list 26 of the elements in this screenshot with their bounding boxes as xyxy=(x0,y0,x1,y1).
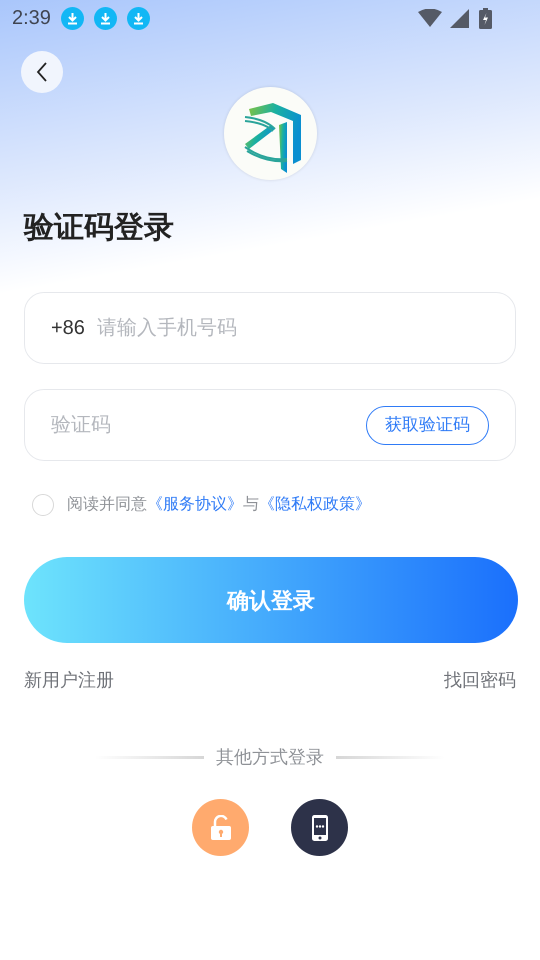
back-button[interactable] xyxy=(21,51,63,93)
register-link[interactable]: 新用户注册 xyxy=(24,667,114,694)
agreement-checkbox[interactable] xyxy=(32,494,54,516)
code-field[interactable]: 验证码 获取验证码 xyxy=(24,389,516,461)
phone-input[interactable]: 请输入手机号码 xyxy=(96,313,489,343)
agreement-text: 阅读并同意《服务协议》与《隐私权政策》 xyxy=(67,494,371,515)
battery-icon xyxy=(479,8,492,28)
recover-password-link[interactable]: 找回密码 xyxy=(444,667,516,694)
phone-field[interactable]: +86 请输入手机号码 xyxy=(24,292,516,364)
phone-icon xyxy=(312,814,328,840)
login-button[interactable]: 确认登录 xyxy=(24,557,518,643)
other-login-label: 其他方式登录 xyxy=(216,746,324,769)
page-title: 验证码登录 xyxy=(24,210,175,246)
signal-icon xyxy=(450,8,469,28)
download-icon xyxy=(126,6,150,30)
agreement-link[interactable]: 《隐私权政策》 xyxy=(259,496,371,513)
download-icon xyxy=(60,6,84,30)
wifi-icon xyxy=(418,9,442,27)
back-icon xyxy=(36,62,48,82)
get-code-button[interactable]: 获取验证码 xyxy=(366,406,489,444)
unlock-icon xyxy=(210,814,232,840)
status-time: 2:39 xyxy=(12,6,51,31)
code-input[interactable]: 验证码 xyxy=(51,410,366,440)
country-code: +86 xyxy=(51,316,85,341)
agreement-link[interactable]: 《服务协议》 xyxy=(147,496,243,513)
download-icon xyxy=(94,6,117,30)
